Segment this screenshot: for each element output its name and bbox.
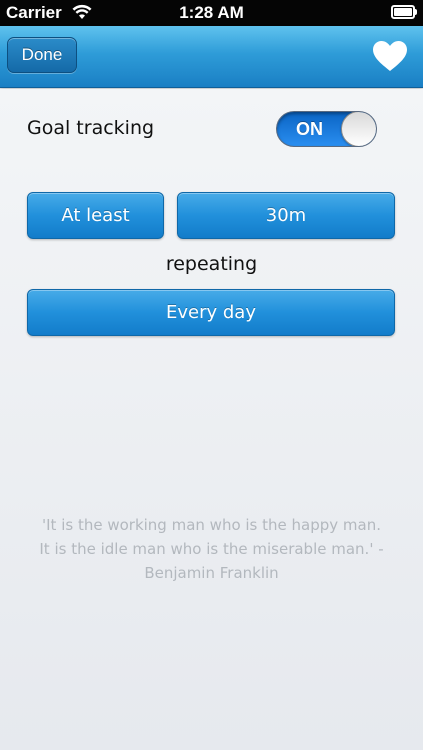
goal-tracking-toggle[interactable]: ON — [276, 111, 377, 147]
frequency-button[interactable]: Every day — [27, 289, 395, 336]
clock: 1:28 AM — [179, 3, 244, 22]
battery-icon — [391, 5, 417, 19]
done-button[interactable]: Done — [7, 37, 77, 73]
quote-line: It is the idle man who is the miserable … — [39, 540, 384, 558]
goal-settings-panel: Goal tracking ON At least 30m repeating … — [0, 89, 423, 750]
comparison-button[interactable]: At least — [27, 192, 164, 239]
repeating-label: repeating — [165, 253, 258, 275]
heart-icon[interactable] — [372, 40, 408, 72]
duration-button[interactable]: 30m — [177, 192, 395, 239]
toggle-state-label: ON — [296, 119, 323, 139]
quote-author: Benjamin Franklin — [144, 564, 279, 582]
status-bar: Carrier 1:28 AM — [0, 0, 423, 26]
motivational-quote: 'It is the working man who is the happy … — [20, 513, 403, 585]
quote-line: 'It is the working man who is the happy … — [42, 516, 381, 534]
toggle-knob[interactable] — [341, 112, 376, 146]
goal-tracking-label: Goal tracking — [27, 117, 155, 139]
navigation-bar: Done — [0, 26, 423, 88]
